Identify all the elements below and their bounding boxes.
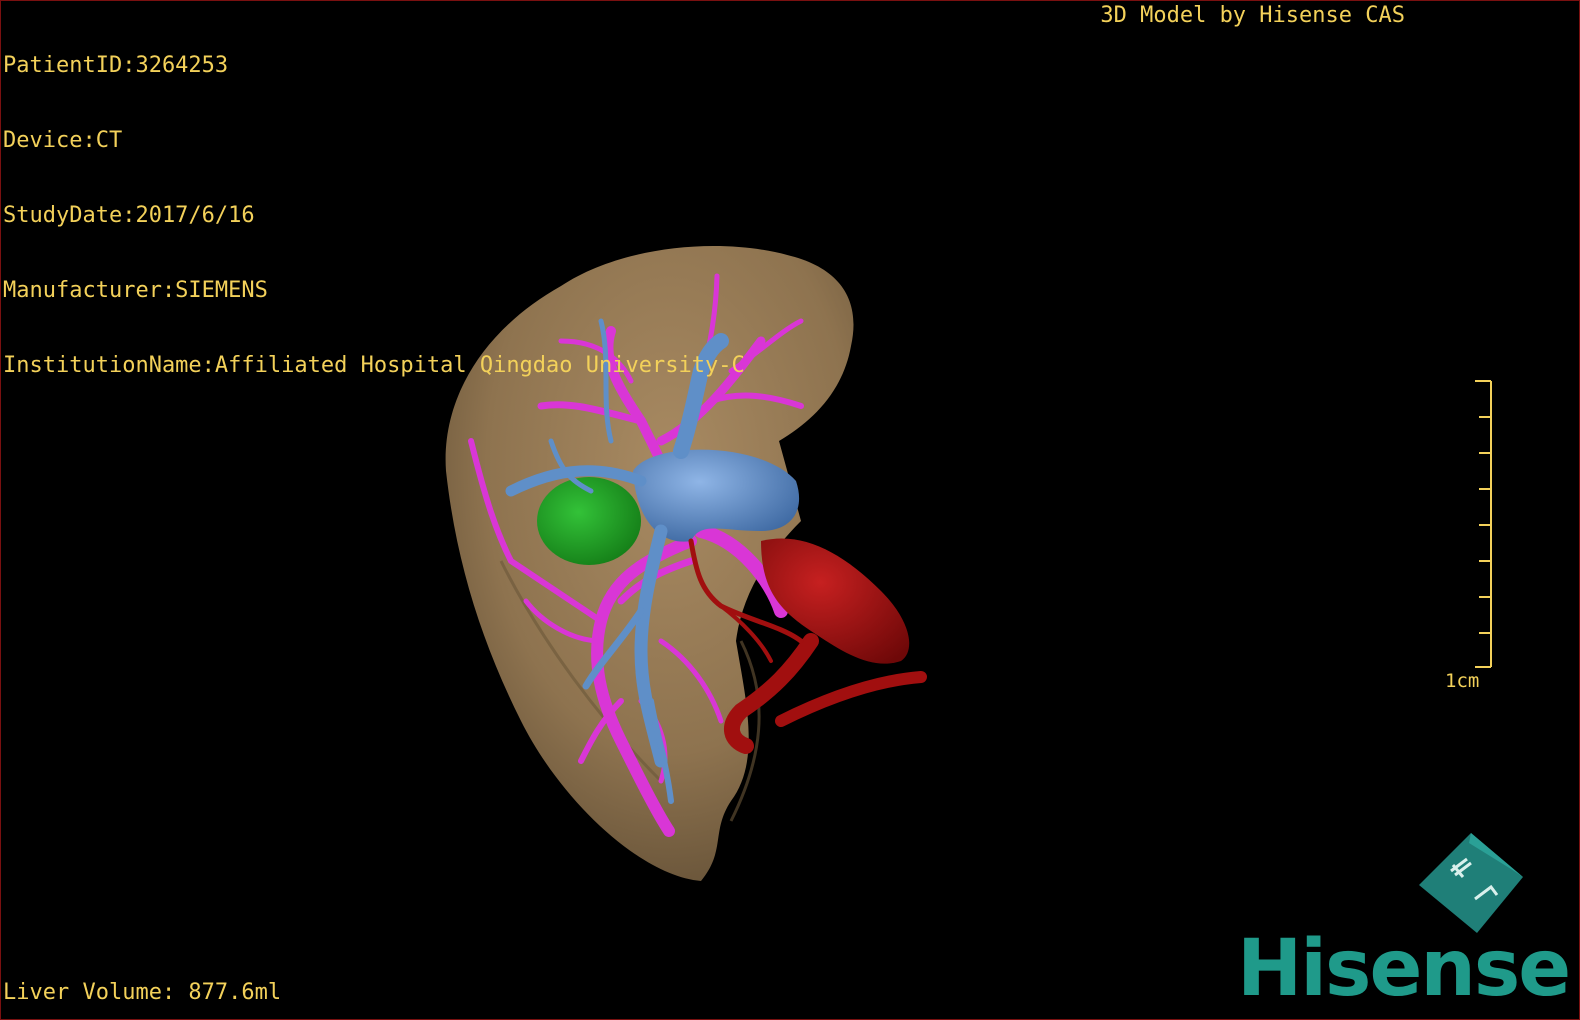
institution-name: InstitutionName:Affiliated Hospital Qing… [3,353,745,378]
hisense-logo-text: Hisense [1237,924,1571,1014]
scale-bar-label: 1cm [1445,670,1480,692]
patient-id: PatientID:3264253 [3,53,229,78]
hisense-cas-cube-icon [1419,833,1523,933]
device: Device:CT [3,128,123,153]
3d-viewport[interactable]: 1cm PatientID:3264253 Device:CT StudyDat… [0,0,1580,1020]
dicom-info-block: PatientID:3264253 Device:CT StudyDate:20… [3,3,745,428]
model-credit: 3D Model by Hisense CAS [1100,3,1405,28]
manufacturer: Manufacturer:SIEMENS [3,278,268,303]
scale-bar [1475,380,1492,668]
liver-volume: Liver Volume: 877.6ml [3,980,282,1005]
study-date: StudyDate:2017/6/16 [3,203,255,228]
